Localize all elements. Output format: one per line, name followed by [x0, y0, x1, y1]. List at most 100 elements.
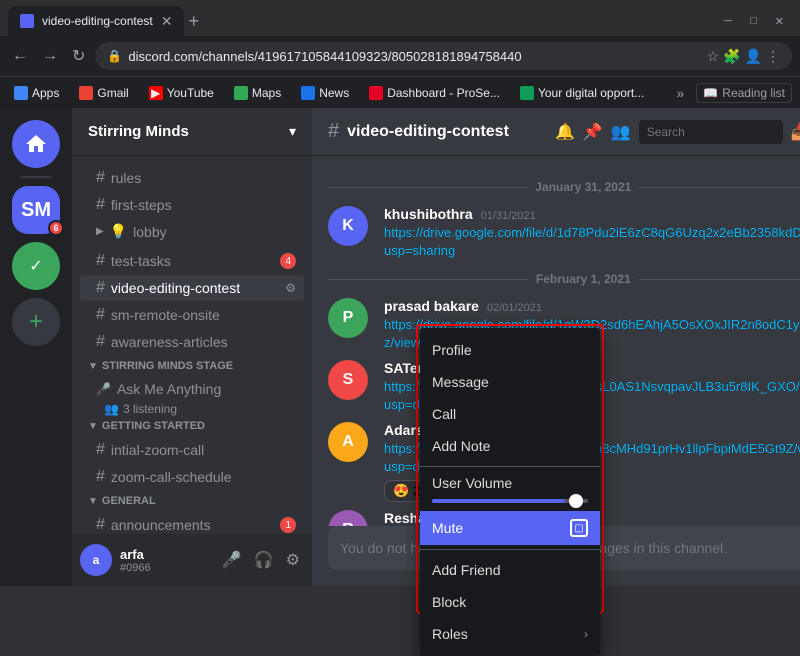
bookmark-pinterest[interactable]: Dashboard - ProSe...: [363, 84, 506, 102]
context-call[interactable]: Call: [420, 398, 600, 430]
address-icons: ☆ 🧩 👤 ⋮: [707, 48, 780, 65]
channel-intial-zoom-call[interactable]: # intial-zoom-call: [80, 437, 304, 463]
deafen-button[interactable]: 🎧: [250, 546, 278, 574]
category-getting-started[interactable]: ▼ GETTING STARTED: [72, 416, 312, 436]
stirring-minds-server[interactable]: SM 6: [12, 186, 60, 234]
channel-ask-me-anything[interactable]: 🎤 Ask Me Anything: [80, 377, 304, 401]
username: khushibothra: [384, 206, 473, 222]
bookmark-news[interactable]: News: [295, 84, 355, 102]
message-link[interactable]: https://drive.google.com/file/d/1d78Pdu2…: [384, 225, 800, 258]
mute-label: Mute: [432, 520, 463, 536]
channel-lobby[interactable]: ▶ 💡 lobby: [80, 219, 304, 244]
category-label: GENERAL: [102, 495, 156, 507]
extension-button[interactable]: 🧩: [723, 48, 740, 65]
volume-handle: [569, 494, 583, 508]
mute-mic-button[interactable]: 🎤: [218, 546, 246, 574]
channel-video-editing-contest[interactable]: # video-editing-contest ⚙: [80, 275, 304, 301]
youtube-favicon: ▶: [149, 86, 163, 100]
roles-label: Roles: [432, 626, 468, 642]
timestamp: 01/31/2021: [481, 210, 536, 222]
address-text: discord.com/channels/419617105844109323/…: [128, 49, 700, 64]
add-server-button[interactable]: +: [12, 298, 60, 346]
maps-favicon: [234, 86, 248, 100]
tab-title: video-editing-contest: [42, 14, 153, 28]
category-stirring-minds-stage[interactable]: ▼ STIRRING MINDS STAGE: [72, 356, 312, 376]
forward-button[interactable]: →: [38, 43, 62, 69]
channel-rules[interactable]: # rules: [80, 165, 304, 191]
discord-home-button[interactable]: [12, 120, 60, 168]
mute-checkbox[interactable]: ▢: [570, 519, 588, 537]
inbox-icon[interactable]: 📥: [791, 122, 800, 142]
search-box[interactable]: 🔍: [639, 120, 783, 144]
menu-divider: [420, 466, 600, 467]
bookmark-youtube[interactable]: ▶ YouTube: [143, 84, 220, 102]
channel-awareness-articles[interactable]: # awareness-articles: [80, 329, 304, 355]
tab-close-button[interactable]: ✕: [161, 13, 173, 30]
date-divider-feb1: February 1, 2021: [312, 264, 800, 294]
active-tab[interactable]: video-editing-contest ✕: [8, 6, 184, 36]
message-label: Message: [432, 374, 489, 390]
maps-label: Maps: [252, 86, 281, 100]
hash-icon: #: [96, 333, 105, 351]
add-friend-label: Add Friend: [432, 562, 500, 578]
server-icon-label: ✓: [29, 256, 42, 276]
hash-icon: #: [96, 252, 105, 270]
category-general[interactable]: ▼ GENERAL: [72, 491, 312, 511]
volume-slider[interactable]: [432, 499, 588, 503]
profile-label: Profile: [432, 342, 472, 358]
tab-favicon: [20, 14, 34, 28]
browser-chrome: video-editing-contest ✕ + ─ □ ✕ ← → ↻ 🔒 …: [0, 0, 800, 108]
user-icon: 👥: [104, 402, 119, 416]
gmail-favicon: [79, 86, 93, 100]
ask-icon: 🎤: [96, 382, 111, 396]
address-bar[interactable]: 🔒 discord.com/channels/41961710584410932…: [95, 42, 792, 70]
channel-name: awareness-articles: [111, 334, 296, 350]
settings-icon: ⚙: [285, 281, 296, 295]
context-add-friend[interactable]: Add Friend: [420, 554, 600, 586]
date-label: February 1, 2021: [536, 272, 631, 286]
bookmark-star-button[interactable]: ☆: [707, 48, 720, 65]
bookmark-gmail[interactable]: Gmail: [73, 84, 134, 102]
members-icon[interactable]: 👥: [611, 122, 631, 142]
bookmark-maps[interactable]: Maps: [228, 84, 287, 102]
channel-announcements[interactable]: # announcements 1: [80, 512, 304, 534]
maximize-button[interactable]: □: [742, 13, 765, 30]
other-server-1[interactable]: ✓: [12, 242, 60, 290]
more-bookmarks-button[interactable]: »: [677, 85, 685, 101]
bookmarks-bar: Apps Gmail ▶ YouTube Maps News Dashboard…: [0, 76, 800, 108]
pin-icon[interactable]: 📌: [583, 122, 603, 142]
channel-sm-remote-onsite[interactable]: # sm-remote-onsite: [80, 302, 304, 328]
user-settings-button[interactable]: ⚙: [282, 546, 304, 574]
refresh-button[interactable]: ↻: [68, 42, 89, 70]
search-input[interactable]: [647, 125, 800, 139]
reading-list-button[interactable]: 📖 Reading list: [696, 83, 792, 103]
channel-first-steps[interactable]: # first-steps: [80, 192, 304, 218]
back-button[interactable]: ←: [8, 43, 32, 69]
bookmark-sheets[interactable]: Your digital opport...: [514, 84, 650, 102]
new-tab-button[interactable]: +: [188, 11, 199, 32]
channel-name: Ask Me Anything: [117, 381, 296, 397]
context-profile[interactable]: Profile: [420, 334, 600, 366]
channel-test-tasks[interactable]: # test-tasks 4: [80, 248, 304, 274]
server-header[interactable]: Stirring Minds ▾: [72, 108, 312, 156]
speaker-icon: 💡: [110, 223, 127, 240]
channel-zoom-call-schedule[interactable]: # zoom-call-schedule: [80, 464, 304, 490]
channel-name: sm-remote-onsite: [111, 307, 296, 323]
user-info: arfa #0966: [120, 547, 210, 574]
avatar-prasad: P: [328, 298, 368, 338]
news-label: News: [319, 86, 349, 100]
context-roles[interactable]: Roles ›: [420, 618, 600, 650]
avatar-button[interactable]: 👤: [745, 48, 762, 65]
hash-icon: #: [96, 279, 105, 297]
close-button[interactable]: ✕: [767, 13, 792, 30]
bookmark-apps[interactable]: Apps: [8, 84, 65, 102]
context-block[interactable]: Block: [420, 586, 600, 618]
notification-bell-icon[interactable]: 🔔: [555, 122, 575, 142]
context-mute[interactable]: Mute ▢: [420, 511, 600, 545]
apps-favicon: [14, 86, 28, 100]
context-message[interactable]: Message: [420, 366, 600, 398]
menu-button[interactable]: ⋮: [766, 48, 780, 65]
context-add-note[interactable]: Add Note: [420, 430, 600, 462]
minimize-button[interactable]: ─: [716, 13, 740, 30]
user-panel: a arfa #0966 🎤 🎧 ⚙: [72, 534, 312, 586]
